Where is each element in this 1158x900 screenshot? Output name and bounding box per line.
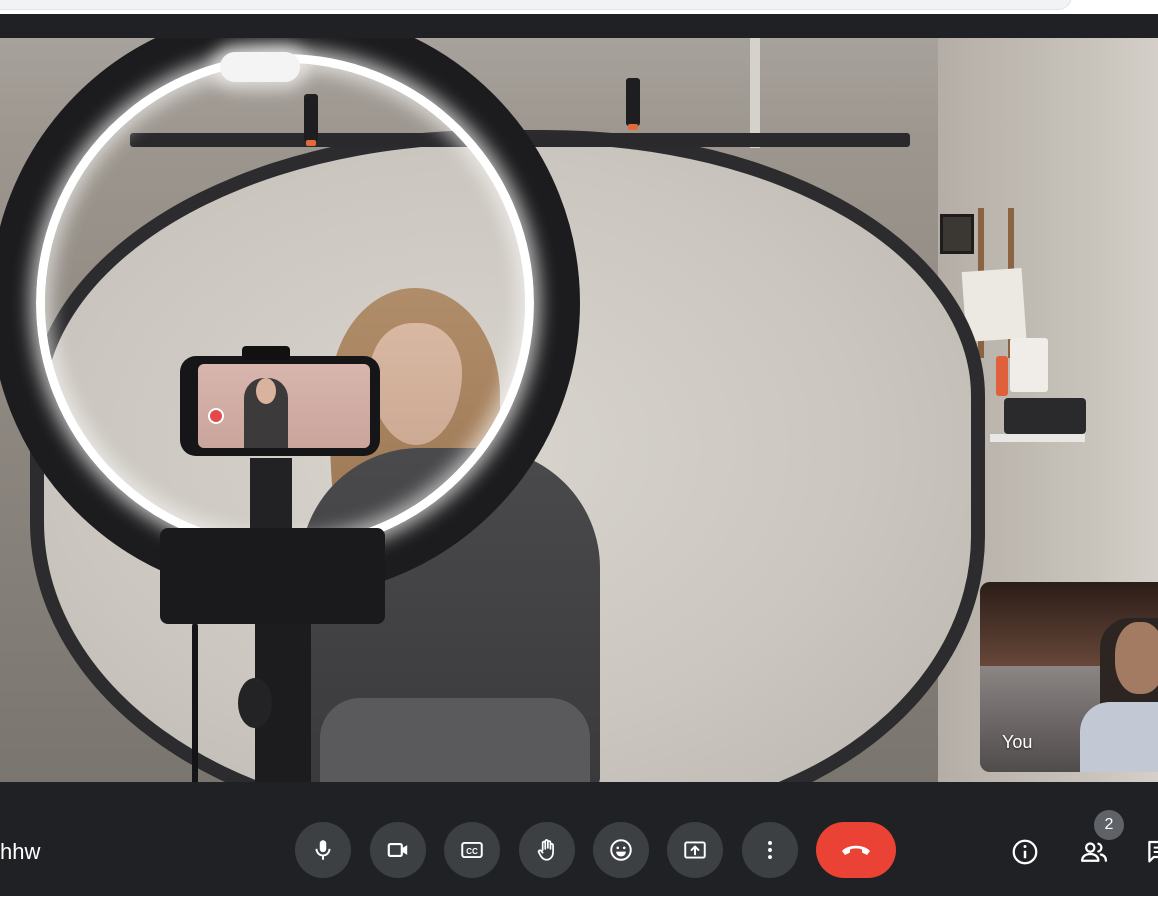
video-printer [1004, 398, 1086, 434]
more-vert-icon [768, 841, 772, 859]
videocam-icon [387, 842, 408, 858]
raise-hand-button[interactable] [519, 822, 575, 878]
info-icon [1012, 839, 1038, 865]
video-clamp [626, 78, 640, 130]
video-paper-roll [1010, 338, 1048, 392]
closed-caption-icon: CC [461, 841, 483, 859]
video-person-legs [320, 698, 590, 782]
chat-icon [1148, 840, 1158, 863]
video-cable [192, 623, 198, 782]
reactions-button[interactable] [593, 822, 649, 878]
self-view-shirt [1080, 702, 1158, 772]
svg-text:CC: CC [466, 847, 478, 856]
video-bottle [996, 356, 1008, 396]
video-phone [180, 346, 380, 456]
address-bar-edge[interactable] [0, 0, 1072, 10]
video-phone-mount [160, 528, 385, 624]
bottom-edge [0, 896, 1158, 900]
smiley-icon [610, 839, 632, 861]
self-view-face [1115, 622, 1158, 694]
leave-call-button[interactable] [816, 822, 896, 878]
video-tripod-knob [238, 678, 272, 728]
video-phone-mount-neck [250, 458, 292, 538]
participant-count-badge: 2 [1094, 810, 1124, 840]
present-button[interactable] [667, 822, 723, 878]
hand-icon [537, 839, 554, 861]
microphone-button[interactable] [295, 822, 351, 878]
control-bar: hhw CC 2 [0, 782, 1158, 896]
camera-button[interactable] [370, 822, 426, 878]
meeting-details-button[interactable] [1005, 832, 1045, 872]
meeting-code: hhw [0, 839, 41, 864]
present-screen-icon [684, 841, 706, 859]
self-view-tile[interactable]: You [980, 582, 1158, 772]
video-pole [750, 38, 760, 148]
people-icon [1081, 842, 1107, 862]
mic-icon [315, 840, 331, 860]
video-ceiling-lamp [220, 52, 300, 82]
chat-button[interactable] [1140, 832, 1158, 872]
call-end-icon [842, 845, 870, 855]
meet-window: You hhw CC 2 [0, 0, 1158, 900]
meet-frame: You hhw CC 2 [0, 14, 1158, 896]
captions-button[interactable]: CC [444, 822, 500, 878]
top-bar [0, 14, 1158, 38]
browser-top-strip [0, 0, 1158, 14]
video-shelf [990, 434, 1085, 442]
self-view-label: You [1002, 732, 1033, 752]
video-wall-photo [940, 214, 974, 254]
more-options-button[interactable] [742, 822, 798, 878]
